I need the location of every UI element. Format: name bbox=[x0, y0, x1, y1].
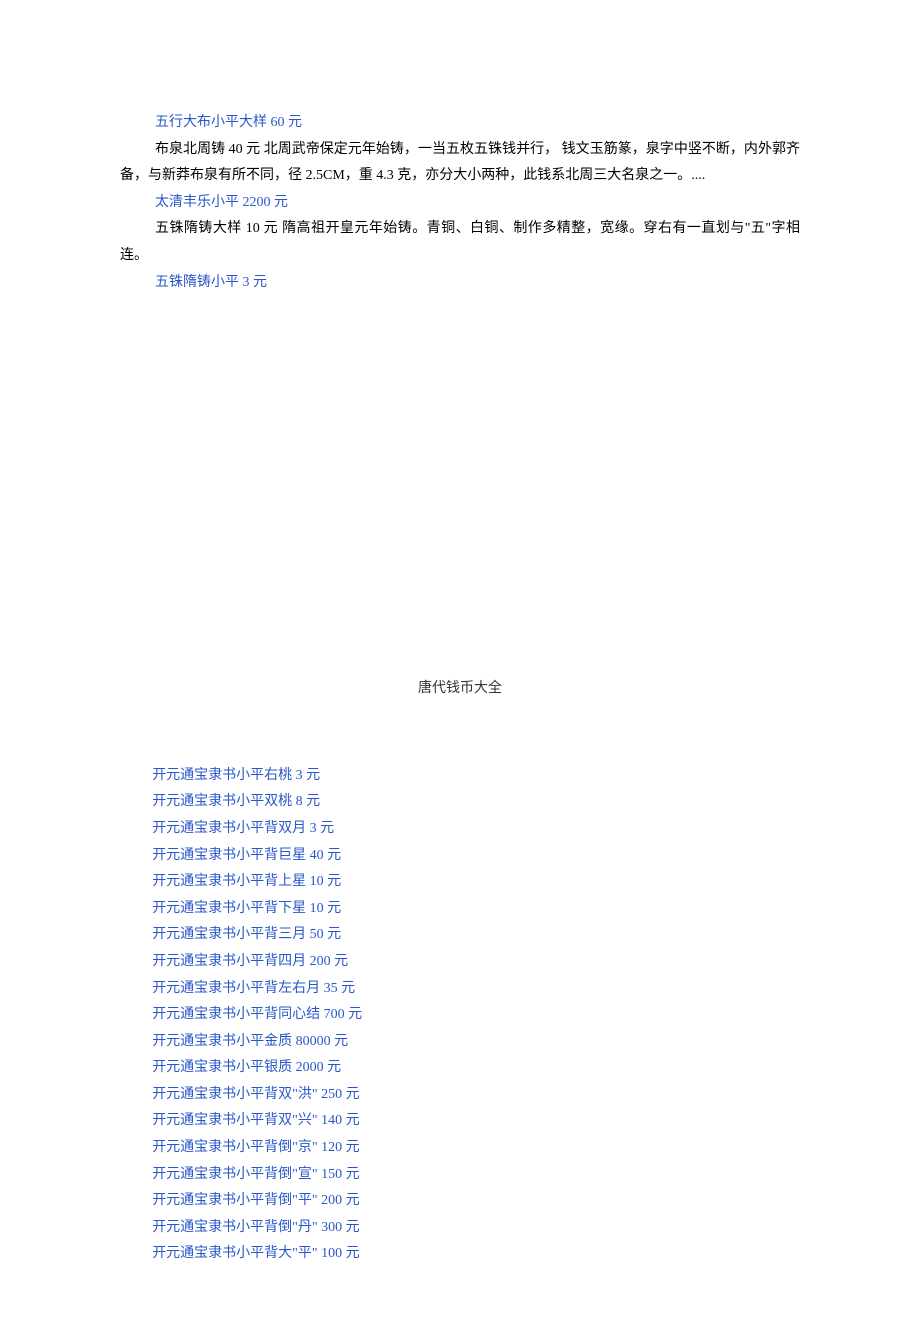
list-item: 开元通宝隶书小平双桃 8 元 bbox=[152, 789, 800, 816]
coin-description-wuzhu-sui: 五铢隋铸大样 10 元 隋高祖开皇元年始铸。青铜、白铜、制作多精整，宽缘。穿右有… bbox=[120, 216, 800, 269]
list-item: 开元通宝隶书小平银质 2000 元 bbox=[152, 1055, 800, 1082]
document-page: 五行大布小平大样 60 元 布泉北周铸 40 元 北周武帝保定元年始铸，一当五枚… bbox=[0, 0, 920, 1328]
list-item: 开元通宝隶书小平背巨星 40 元 bbox=[152, 843, 800, 870]
coin-list-tang: 开元通宝隶书小平右桃 3 元 开元通宝隶书小平双桃 8 元 开元通宝隶书小平背双… bbox=[120, 763, 800, 1268]
list-item: 开元通宝隶书小平背左右月 35 元 bbox=[152, 976, 800, 1003]
list-item: 开元通宝隶书小平金质 80000 元 bbox=[152, 1029, 800, 1056]
coin-entry-wuxing: 五行大布小平大样 60 元 bbox=[120, 110, 800, 137]
list-item: 开元通宝隶书小平背下星 10 元 bbox=[152, 896, 800, 923]
list-item: 开元通宝隶书小平背倒"平" 200 元 bbox=[152, 1188, 800, 1215]
list-item: 开元通宝隶书小平背大"平" 100 元 bbox=[152, 1241, 800, 1268]
coin-entry-wuzhu-sui: 五铢隋铸小平 3 元 bbox=[120, 270, 800, 297]
list-item: 开元通宝隶书小平背倒"京" 120 元 bbox=[152, 1135, 800, 1162]
list-item: 开元通宝隶书小平背上星 10 元 bbox=[152, 869, 800, 896]
list-item: 开元通宝隶书小平背双"洪" 250 元 bbox=[152, 1082, 800, 1109]
list-item: 开元通宝隶书小平背倒"宣" 150 元 bbox=[152, 1162, 800, 1189]
list-item: 开元通宝隶书小平背三月 50 元 bbox=[152, 922, 800, 949]
list-item: 开元通宝隶书小平背同心结 700 元 bbox=[152, 1002, 800, 1029]
coin-description-buquan: 布泉北周铸 40 元 北周武帝保定元年始铸，一当五枚五铢钱并行， 钱文玉筋篆，泉… bbox=[120, 137, 800, 190]
list-item: 开元通宝隶书小平背双月 3 元 bbox=[152, 816, 800, 843]
list-item: 开元通宝隶书小平背四月 200 元 bbox=[152, 949, 800, 976]
section-title-tang: 唐代钱币大全 bbox=[120, 676, 800, 703]
list-item: 开元通宝隶书小平背双"兴" 140 元 bbox=[152, 1108, 800, 1135]
list-item: 开元通宝隶书小平背倒"丹" 300 元 bbox=[152, 1215, 800, 1242]
list-item: 开元通宝隶书小平右桃 3 元 bbox=[152, 763, 800, 790]
coin-entry-taiqing: 太清丰乐小平 2200 元 bbox=[120, 190, 800, 217]
